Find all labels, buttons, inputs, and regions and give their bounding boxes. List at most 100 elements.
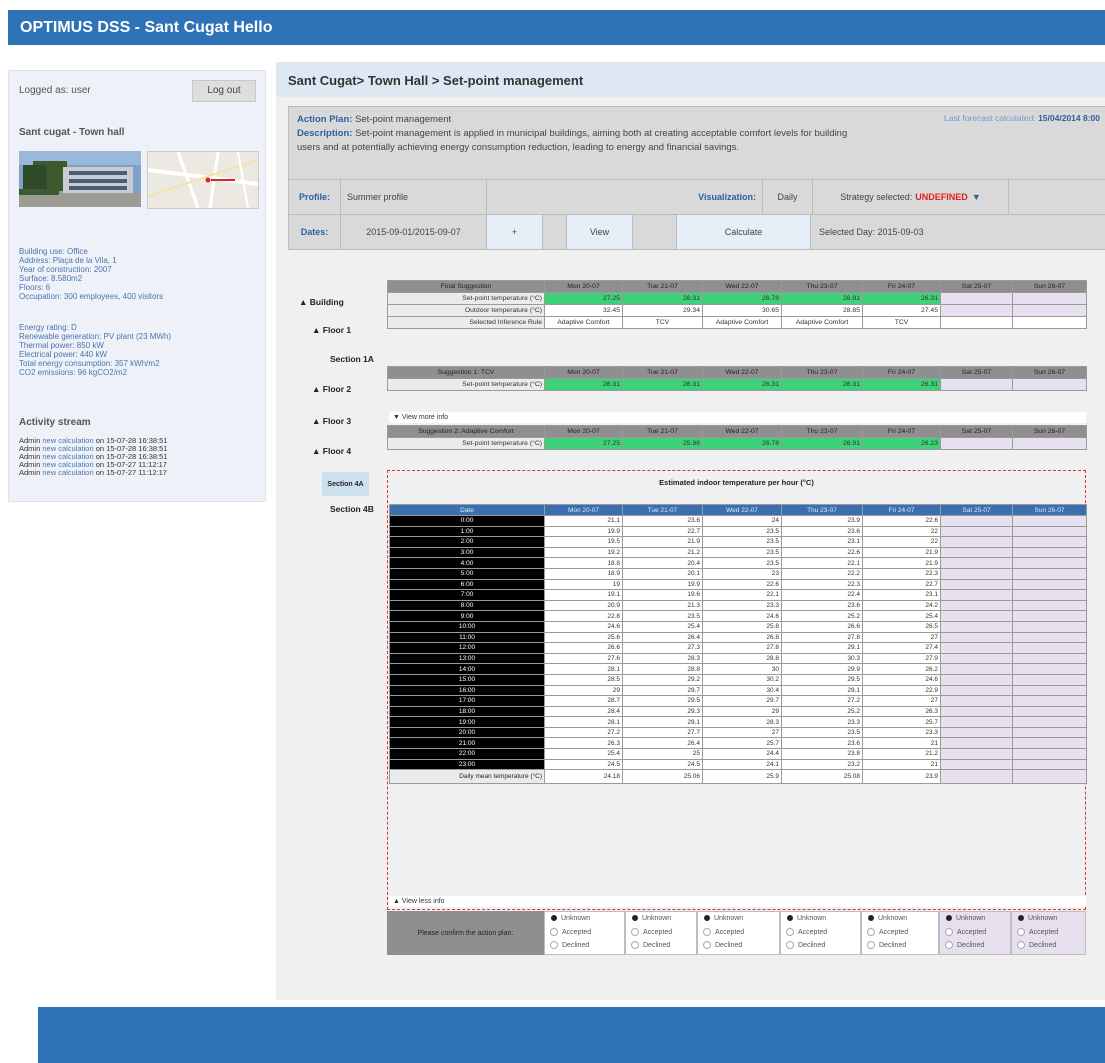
empty-cell: [940, 705, 1013, 718]
radio-option-accepted[interactable]: Accepted: [945, 928, 986, 936]
chevron-down-icon: ▼: [971, 192, 981, 202]
temperature-cell: 29.1: [781, 684, 863, 697]
add-date-button[interactable]: +: [487, 215, 543, 249]
radio-option-accepted[interactable]: Accepted: [550, 928, 591, 936]
radio-label: Unknown: [642, 915, 672, 922]
activity-link[interactable]: new calculation: [42, 468, 93, 477]
hour-label: 18:00: [389, 705, 545, 718]
empty-cell: [1012, 652, 1087, 665]
view-more-info-link[interactable]: ▼ View more info: [389, 412, 1086, 423]
strategy-select[interactable]: Strategy selected: UNDEFINED ▼: [813, 180, 1009, 214]
day-header: Wed 22-07: [702, 425, 782, 438]
day-header: Tue 21-07: [622, 504, 703, 516]
empty-cell: [940, 557, 1013, 569]
temperature-cell: 25.4: [544, 748, 623, 760]
radio-option-unknown[interactable]: Unknown: [631, 915, 671, 922]
value-cell: 26.31: [702, 378, 782, 391]
forecast-info: Last forecast calculated: 15/04/2014 8:0…: [944, 113, 1100, 123]
view-button[interactable]: View: [567, 215, 633, 249]
info-line: Surface: 8.580m2: [19, 274, 83, 283]
radio-option-accepted[interactable]: Accepted: [786, 928, 827, 936]
logout-button[interactable]: Log out: [192, 80, 256, 102]
profile-select[interactable]: Summer profile: [341, 180, 487, 214]
temperature-cell: 21: [862, 758, 941, 771]
radio-option-declined[interactable]: Declined: [703, 941, 742, 949]
radio-option-declined[interactable]: Declined: [786, 941, 825, 949]
day-header: Tue 21-07: [622, 425, 703, 438]
temperature-cell: 20.9: [544, 599, 623, 612]
radio-option-unknown[interactable]: Unknown: [786, 915, 826, 922]
radio-icon: [1017, 928, 1025, 936]
radio-label: Unknown: [956, 915, 986, 922]
hourly-row: 21:00 26.3 26.4 25.7 23.6 21: [389, 737, 1087, 750]
value-cell: 27.45: [862, 304, 941, 317]
hour-label: 13:00: [389, 652, 545, 665]
hour-label: 2:00: [389, 536, 545, 548]
radio-option-unknown[interactable]: Unknown: [703, 915, 743, 922]
temperature-cell: 23.6: [781, 737, 863, 750]
value-cell: 26.91: [781, 292, 863, 305]
temperature-cell: 26.2: [862, 663, 941, 675]
tree-building[interactable]: ▲ Building: [299, 297, 344, 307]
empty-cell: [940, 525, 1013, 538]
radio-option-declined[interactable]: Declined: [945, 941, 984, 949]
tree-floor-4[interactable]: ▲ Floor 4: [312, 446, 351, 456]
radio-icon: [945, 941, 953, 949]
temperature-cell: 26.3: [862, 705, 941, 718]
radio-option-unknown[interactable]: Unknown: [1017, 915, 1057, 922]
table-header-row: Final Suggestion Mon 20-07 Tue 21-07 Wed 22…: [387, 280, 1087, 293]
radio-option-accepted[interactable]: Accepted: [1017, 928, 1058, 936]
tree-section-1a[interactable]: Section 1A: [330, 354, 374, 364]
empty-cell: [940, 769, 1013, 785]
radio-option-accepted[interactable]: Accepted: [867, 928, 908, 936]
row-label: Set-point temperature (°C): [387, 292, 545, 305]
table-caption: Suggestion 2: Adaptive Comfort: [387, 425, 545, 438]
value-cell: 26.23: [862, 437, 941, 450]
radio-icon: [703, 941, 711, 949]
radio-option-accepted[interactable]: Accepted: [631, 928, 672, 936]
empty-cell: [940, 737, 1013, 750]
dates-input[interactable]: 2015-09-01/2015-09-07: [341, 215, 487, 249]
empty-cell: [940, 663, 1013, 675]
hour-label: 20:00: [389, 726, 545, 739]
table-row: Set-point temperature (°C) 27.25 26.31 26.7…: [387, 292, 1087, 305]
empty-cell: [1012, 716, 1087, 728]
radio-option-unknown[interactable]: Unknown: [945, 915, 985, 922]
hourly-row: 18:00 28.4 29.3 29 25.2 26.3: [389, 705, 1087, 718]
radio-option-unknown[interactable]: Unknown: [867, 915, 907, 922]
hour-label: 9:00: [389, 610, 545, 622]
radio-option-declined[interactable]: Declined: [550, 941, 589, 949]
radio-option-declined[interactable]: Declined: [631, 941, 670, 949]
day-header: Fri 24-07: [862, 366, 941, 379]
radio-option-unknown[interactable]: Unknown: [550, 915, 590, 922]
tree-floor-2[interactable]: ▲ Floor 2: [312, 384, 351, 394]
table-row: Selected Inference Rule Adaptive Comfort T…: [387, 316, 1087, 329]
temperature-cell: 23.5: [781, 726, 863, 739]
day-header: Thu 23-07: [781, 366, 863, 379]
energy-line: CO2 emissions: 96 kgCO2/m2: [19, 368, 128, 377]
app-title: OPTIMUS DSS - Sant Cugat Hello: [20, 19, 273, 36]
radio-option-declined[interactable]: Declined: [1017, 941, 1056, 949]
temperature-cell: 29.2: [622, 673, 703, 686]
temperature-cell: 25.4: [862, 610, 941, 622]
tree-floor-3[interactable]: ▲ Floor 3: [312, 416, 351, 426]
tree-floor-1[interactable]: ▲ Floor 1: [312, 325, 351, 335]
radio-option-accepted[interactable]: Accepted: [703, 928, 744, 936]
radio-label: Accepted: [879, 928, 909, 936]
hour-label: 23:00: [389, 758, 545, 771]
tree-section-4a[interactable]: Section 4A: [322, 472, 369, 496]
calculate-button[interactable]: Calculate: [677, 215, 811, 249]
daily-mean-row: Daily mean temperature (°C) 24.18 25.06 25.…: [389, 769, 1087, 785]
radio-option-declined[interactable]: Declined: [867, 941, 906, 949]
visualization-select[interactable]: Daily: [763, 180, 813, 214]
value-cell: 28.85: [781, 304, 863, 317]
forecast-value: 15/04/2014 8:00: [1038, 113, 1100, 123]
tree-section-4b[interactable]: Section 4B: [330, 504, 374, 514]
empty-cell: [1012, 546, 1087, 559]
action-plan-value: Set-point management: [355, 114, 452, 125]
radio-icon: [551, 915, 557, 922]
selected-day: Selected Day: 2015-09-03: [819, 227, 924, 237]
view-less-info-link[interactable]: ▲ View less info: [389, 896, 1086, 907]
temperature-cell: 24.5: [544, 758, 623, 771]
empty-cell: [1012, 620, 1087, 633]
